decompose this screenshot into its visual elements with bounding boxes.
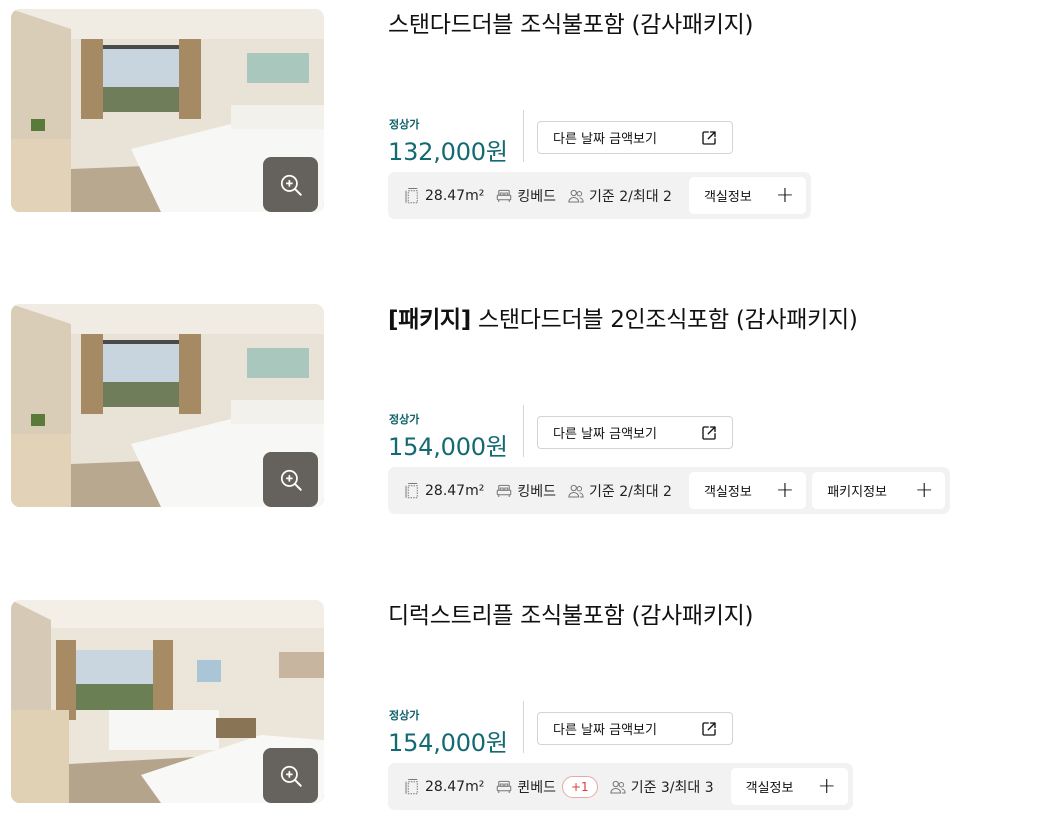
area-value: 28.47m² xyxy=(425,778,485,795)
package-info-button[interactable]: 패키지정보 + xyxy=(812,472,946,509)
bed-value: 킹베드 xyxy=(517,188,556,205)
room-card: 스탠다드더블 조식불포함 (감사패키지) 정상가 132,000원 다른 날짜 … xyxy=(0,6,1064,221)
package-info-label: 패키지정보 xyxy=(827,485,888,500)
room-title[interactable]: [패키지] 스탠다드더블 2인조식포함 (감사패키지) xyxy=(388,305,858,335)
price: 154,000원 xyxy=(388,729,508,757)
bed-value: 퀸베드 xyxy=(517,779,556,796)
room-photo[interactable] xyxy=(11,600,324,803)
bed-spec: 킹베드 xyxy=(495,481,556,501)
people-icon xyxy=(610,780,626,794)
other-date-label: 다른 날짜 금액보기 xyxy=(553,427,657,442)
room-info-label: 객실정보 xyxy=(745,781,794,796)
title-text: 스탠다드더블 조식불포함 (감사패키지) xyxy=(388,12,754,38)
zoom-in-icon xyxy=(280,765,302,787)
people-icon xyxy=(568,189,584,203)
room-info-label: 객실정보 xyxy=(703,190,752,205)
external-link-icon xyxy=(702,130,716,145)
area-value: 28.47m² xyxy=(425,187,485,204)
divider xyxy=(523,110,524,162)
extra-bed-badge: +1 xyxy=(561,775,598,798)
room-info-label: 객실정보 xyxy=(703,485,752,500)
plus-icon: + xyxy=(775,477,795,503)
bed-spec: 킹베드 xyxy=(495,186,556,206)
room-info-bar: 28.47m² 킹베드 기준 2/최대 2 객실정보 + xyxy=(388,172,812,219)
bed-icon xyxy=(497,780,512,793)
zoom-button[interactable] xyxy=(263,748,318,803)
occupancy-value: 기준 3/최대 3 xyxy=(630,779,714,796)
zoom-in-icon xyxy=(280,469,302,491)
area-value: 28.47m² xyxy=(425,482,485,499)
plus-icon: + xyxy=(817,773,836,799)
occupancy-spec: 기준 2/최대 2 xyxy=(567,186,672,206)
area-spec: 28.47m² xyxy=(403,778,484,796)
title-text: 디럭스트리플 조식불포함 (감사패키지) xyxy=(388,603,754,629)
external-link-icon xyxy=(702,425,716,440)
bed-value: 킹베드 xyxy=(517,483,556,500)
bed-icon xyxy=(497,189,512,202)
occupancy-value: 기준 2/최대 2 xyxy=(588,483,672,500)
divider xyxy=(523,701,524,753)
occupancy-spec: 기준 2/최대 2 xyxy=(567,481,672,501)
plus-icon: + xyxy=(915,477,934,503)
area-spec: 28.47m² xyxy=(403,482,484,500)
price-label: 정상가 xyxy=(389,709,420,722)
plus-icon: + xyxy=(775,182,795,208)
price-label: 정상가 xyxy=(389,413,420,426)
occupancy-spec: 기준 3/최대 3 xyxy=(609,777,714,797)
people-icon xyxy=(568,484,584,498)
other-date-price-button[interactable]: 다른 날짜 금액보기 xyxy=(537,121,733,154)
title-tag: [패키지] xyxy=(388,307,472,333)
room-info-bar: 28.47m² 퀸베드 +1 기준 3/최대 3 객실정보 + xyxy=(388,763,853,810)
room-title[interactable]: 디럭스트리플 조식불포함 (감사패키지) xyxy=(388,601,753,631)
room-photo[interactable] xyxy=(11,9,324,212)
area-icon xyxy=(405,778,418,794)
divider xyxy=(523,405,524,457)
price-label: 정상가 xyxy=(389,118,420,131)
other-date-label: 다른 날짜 금액보기 xyxy=(553,132,657,147)
price: 154,000원 xyxy=(388,433,508,461)
external-link-icon xyxy=(702,721,716,736)
room-info-button[interactable]: 객실정보 + xyxy=(688,472,807,509)
bed-icon xyxy=(497,484,512,497)
occupancy-value: 기준 2/최대 2 xyxy=(588,188,672,205)
room-info-bar: 28.47m² 킹베드 기준 2/최대 2 객실정보 + 패키지정보 + xyxy=(388,467,951,514)
zoom-button[interactable] xyxy=(263,452,318,507)
room-photo[interactable] xyxy=(11,304,324,507)
zoom-in-icon xyxy=(280,174,302,196)
room-card: 디럭스트리플 조식불포함 (감사패키지) 정상가 154,000원 다른 날짜 … xyxy=(0,597,1064,812)
price: 132,000원 xyxy=(388,138,508,166)
room-title[interactable]: 스탠다드더블 조식불포함 (감사패키지) xyxy=(388,10,753,40)
area-spec: 28.47m² xyxy=(403,187,484,205)
zoom-button[interactable] xyxy=(263,157,318,212)
other-date-price-button[interactable]: 다른 날짜 금액보기 xyxy=(537,712,733,745)
title-text: 스탠다드더블 2인조식포함 (감사패키지) xyxy=(471,307,858,333)
bed-spec: 퀸베드 +1 xyxy=(495,775,598,798)
room-info-button[interactable]: 객실정보 + xyxy=(688,177,807,214)
room-info-button[interactable]: 객실정보 + xyxy=(730,768,848,805)
area-icon xyxy=(405,482,418,498)
area-icon xyxy=(405,187,418,203)
other-date-label: 다른 날짜 금액보기 xyxy=(553,723,657,738)
room-card: [패키지] 스탠다드더블 2인조식포함 (감사패키지) 정상가 154,000원… xyxy=(0,301,1064,516)
other-date-price-button[interactable]: 다른 날짜 금액보기 xyxy=(537,416,733,449)
